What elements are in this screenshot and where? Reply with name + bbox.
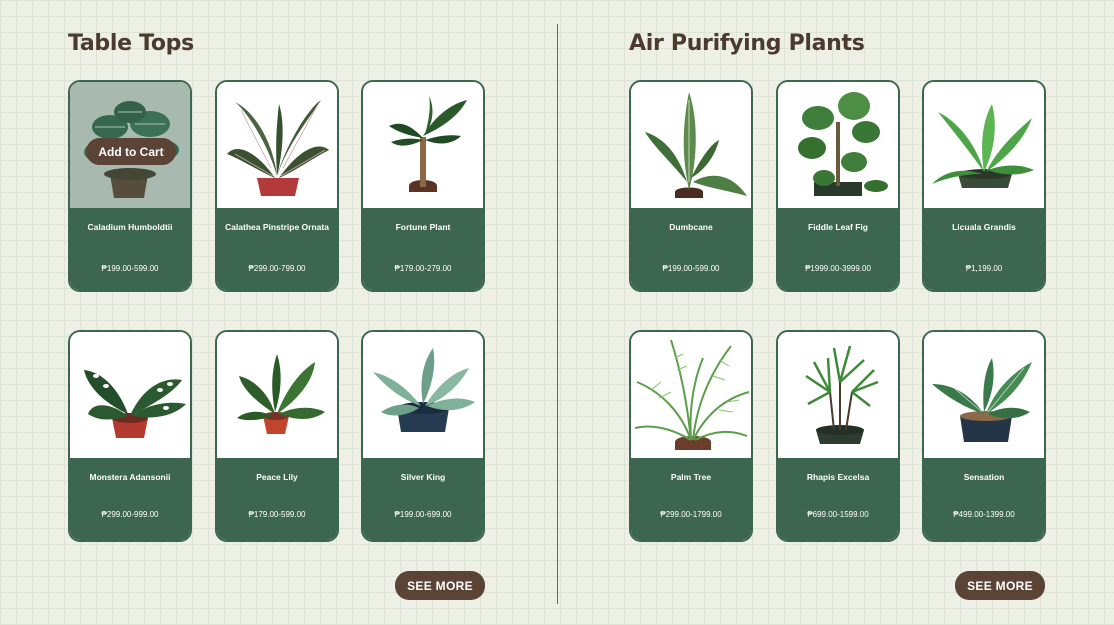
product-price: ₱1,199.00 bbox=[965, 264, 1003, 273]
product-price: ₱1999.00-3999.00 bbox=[805, 264, 871, 273]
rhapis-plant-image bbox=[778, 332, 898, 460]
see-more-button[interactable]: SEE MORE bbox=[955, 571, 1045, 600]
product-name: Calathea Pinstripe Ornata bbox=[225, 222, 329, 232]
product-info: Dumbcane ₱199.00-599.00 bbox=[631, 208, 751, 290]
dumbcane-plant-image bbox=[631, 82, 751, 210]
monstera-plant-image bbox=[70, 332, 190, 460]
product-card-fiddle-leaf-fig[interactable]: Fiddle Leaf Fig ₱1999.00-3999.00 bbox=[776, 80, 900, 292]
product-info: Sensation ₱499.00-1399.00 bbox=[924, 458, 1044, 540]
sensation-plant-image bbox=[924, 332, 1044, 460]
section-title: Air Purifying Plants bbox=[629, 31, 865, 56]
product-price: ₱179.00-279.00 bbox=[394, 264, 452, 273]
product-card-palm-tree[interactable]: Palm Tree ₱299.00-1799.00 bbox=[629, 330, 753, 542]
product-name: Palm Tree bbox=[670, 472, 712, 482]
caladium-plant-image: Add to Cart bbox=[70, 82, 190, 210]
product-price: ₱179.00-599.00 bbox=[248, 510, 306, 519]
product-name: Fiddle Leaf Fig bbox=[808, 222, 868, 232]
product-price: ₱199.00-599.00 bbox=[662, 264, 720, 273]
product-info: Fiddle Leaf Fig ₱1999.00-3999.00 bbox=[778, 208, 898, 290]
product-info: Fortune Plant ₱179.00-279.00 bbox=[363, 208, 483, 290]
product-name: Caladium Humboldtii bbox=[87, 222, 173, 232]
silver-king-image bbox=[363, 332, 483, 460]
product-name: Monstera Adansonii bbox=[89, 472, 171, 482]
fiddle-leaf-fig-image bbox=[778, 82, 898, 210]
product-price: ₱199.00-699.00 bbox=[394, 510, 452, 519]
product-card-rhapis[interactable]: Rhapis Excelsa ₱699.00-1599.00 bbox=[776, 330, 900, 542]
product-card-caladium[interactable]: Add to Cart Caladium Humboldtii ₱199.00-… bbox=[68, 80, 192, 292]
add-to-cart-button[interactable]: Add to Cart bbox=[86, 138, 176, 165]
product-info: Caladium Humboldtii ₱199.00-599.00 bbox=[70, 208, 190, 290]
product-info: Palm Tree ₱299.00-1799.00 bbox=[631, 458, 751, 540]
calathea-plant-image bbox=[217, 82, 337, 210]
product-price: ₱299.00-1799.00 bbox=[660, 510, 722, 519]
product-price: ₱299.00-799.00 bbox=[248, 264, 306, 273]
product-info: Monstera Adansonii ₱299.00-999.00 bbox=[70, 458, 190, 540]
product-price: ₱499.00-1399.00 bbox=[953, 510, 1015, 519]
product-info: Licuala Grandis ₱1,199.00 bbox=[924, 208, 1044, 290]
section-title: Table Tops bbox=[68, 31, 194, 56]
product-name: Fortune Plant bbox=[395, 222, 451, 232]
product-name: Licuala Grandis bbox=[952, 222, 1016, 232]
product-info: Peace Lily ₱179.00-599.00 bbox=[217, 458, 337, 540]
product-card-calathea[interactable]: Calathea Pinstripe Ornata ₱299.00-799.00 bbox=[215, 80, 339, 292]
product-card-silver-king[interactable]: Silver King ₱199.00-699.00 bbox=[361, 330, 485, 542]
product-price: ₱199.00-599.00 bbox=[101, 264, 159, 273]
product-name: Dumbcane bbox=[669, 222, 713, 232]
fortune-plant-image bbox=[363, 82, 483, 210]
product-info: Rhapis Excelsa ₱699.00-1599.00 bbox=[778, 458, 898, 540]
product-name: Rhapis Excelsa bbox=[806, 472, 870, 482]
product-info: Silver King ₱199.00-699.00 bbox=[363, 458, 483, 540]
licuala-plant-image bbox=[924, 82, 1044, 210]
product-price: ₱699.00-1599.00 bbox=[807, 510, 869, 519]
product-name: Peace Lily bbox=[256, 472, 298, 482]
product-price: ₱299.00-999.00 bbox=[101, 510, 159, 519]
product-name: Sensation bbox=[963, 472, 1005, 482]
palm-tree-image bbox=[631, 332, 751, 460]
product-card-monstera[interactable]: Monstera Adansonii ₱299.00-999.00 bbox=[68, 330, 192, 542]
product-card-licuala[interactable]: Licuala Grandis ₱1,199.00 bbox=[922, 80, 1046, 292]
product-card-sensation[interactable]: Sensation ₱499.00-1399.00 bbox=[922, 330, 1046, 542]
peace-lily-image bbox=[217, 332, 337, 460]
product-name: Silver King bbox=[400, 472, 446, 482]
product-info: Calathea Pinstripe Ornata ₱299.00-799.00 bbox=[217, 208, 337, 290]
product-card-dumbcane[interactable]: Dumbcane ₱199.00-599.00 bbox=[629, 80, 753, 292]
see-more-button[interactable]: SEE MORE bbox=[395, 571, 485, 600]
product-card-fortune-plant[interactable]: Fortune Plant ₱179.00-279.00 bbox=[361, 80, 485, 292]
section-divider bbox=[557, 24, 558, 604]
product-card-peace-lily[interactable]: Peace Lily ₱179.00-599.00 bbox=[215, 330, 339, 542]
